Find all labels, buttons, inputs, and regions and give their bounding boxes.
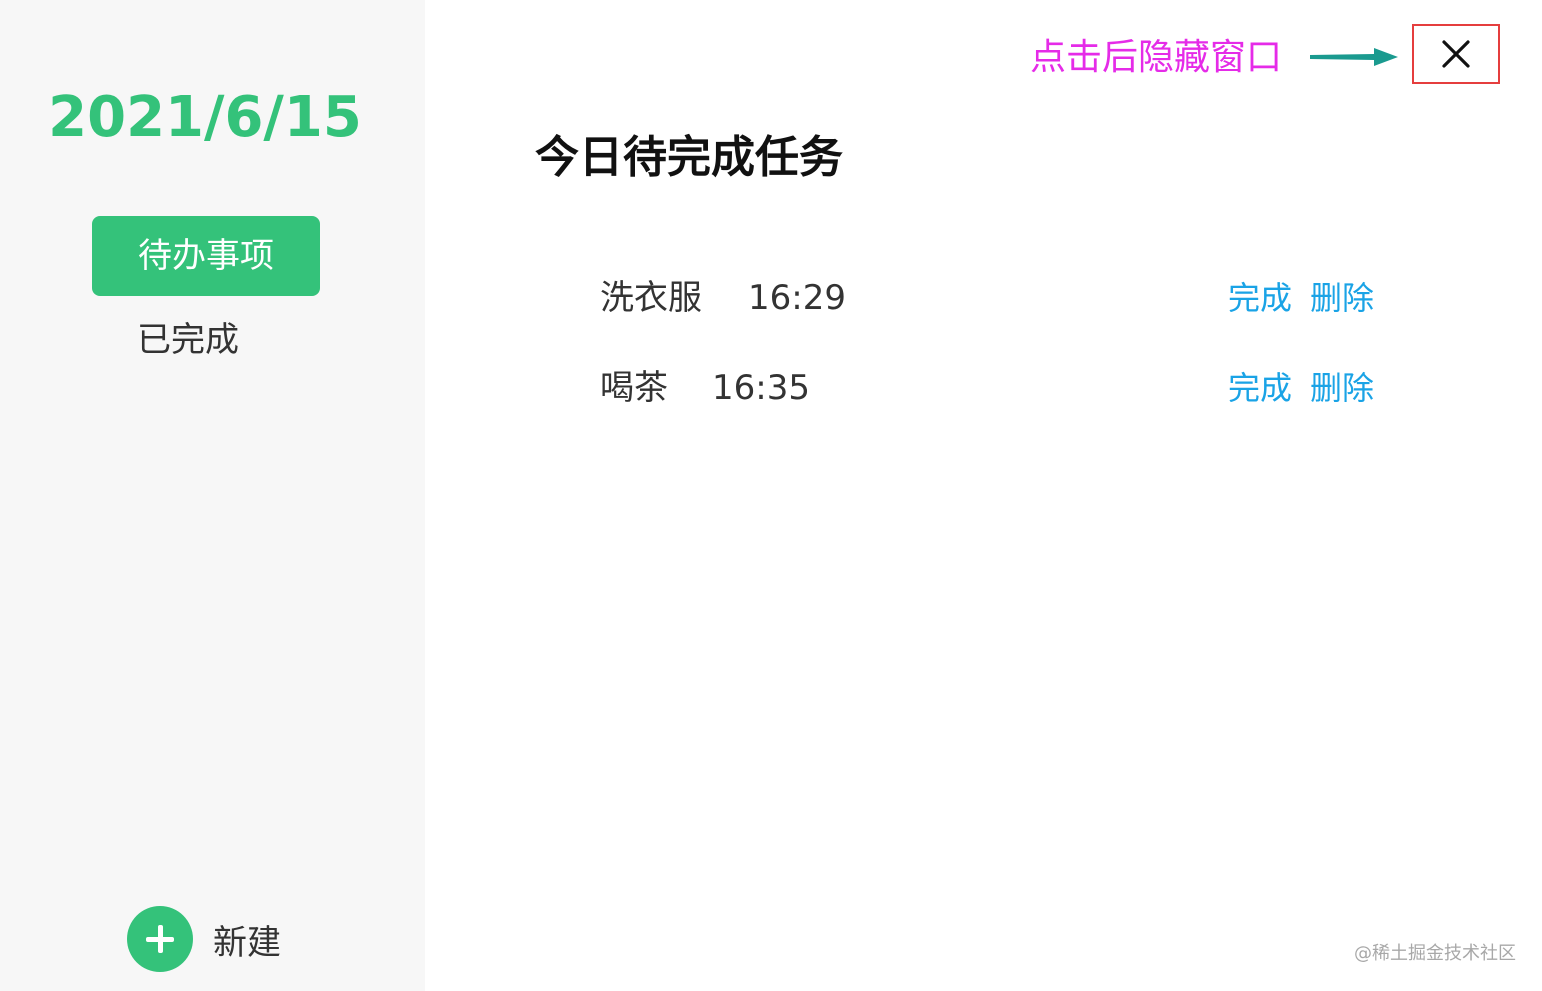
current-date: 2021/6/15 bbox=[48, 85, 362, 150]
new-task-control[interactable]: 新建 bbox=[127, 906, 281, 972]
task-row: 洗衣服 16:29 完成 删除 bbox=[600, 272, 1380, 324]
task-name: 喝茶 bbox=[600, 368, 668, 408]
complete-task-link[interactable]: 完成 bbox=[1228, 362, 1292, 414]
nav-item-todo[interactable]: 待办事项 bbox=[92, 216, 320, 296]
plus-icon-vertical bbox=[157, 925, 163, 953]
task-name: 洗衣服 bbox=[600, 278, 702, 318]
delete-task-link[interactable]: 删除 bbox=[1310, 362, 1374, 414]
page-title: 今日待完成任务 bbox=[535, 132, 843, 183]
task-time: 16:29 bbox=[748, 278, 846, 318]
complete-task-link[interactable]: 完成 bbox=[1228, 272, 1292, 324]
close-x-icon bbox=[1442, 40, 1470, 68]
arrow-right-icon bbox=[1310, 48, 1398, 66]
annotation-text: 点击后隐藏窗口 bbox=[1030, 37, 1283, 78]
new-task-button[interactable] bbox=[127, 906, 193, 972]
sidebar: 2021/6/15 待办事项 已完成 新建 bbox=[0, 0, 425, 991]
task-row: 喝茶 16:35 完成 删除 bbox=[600, 362, 1380, 414]
nav-item-completed[interactable]: 已完成 bbox=[137, 316, 239, 364]
watermark: @稀土掘金技术社区 bbox=[1354, 943, 1516, 964]
delete-task-link[interactable]: 删除 bbox=[1310, 272, 1374, 324]
task-time: 16:35 bbox=[712, 368, 810, 408]
new-task-label[interactable]: 新建 bbox=[213, 915, 281, 964]
task-list: 洗衣服 16:29 完成 删除 喝茶 16:35 完成 删除 bbox=[600, 272, 1380, 452]
close-button[interactable] bbox=[1412, 24, 1500, 84]
